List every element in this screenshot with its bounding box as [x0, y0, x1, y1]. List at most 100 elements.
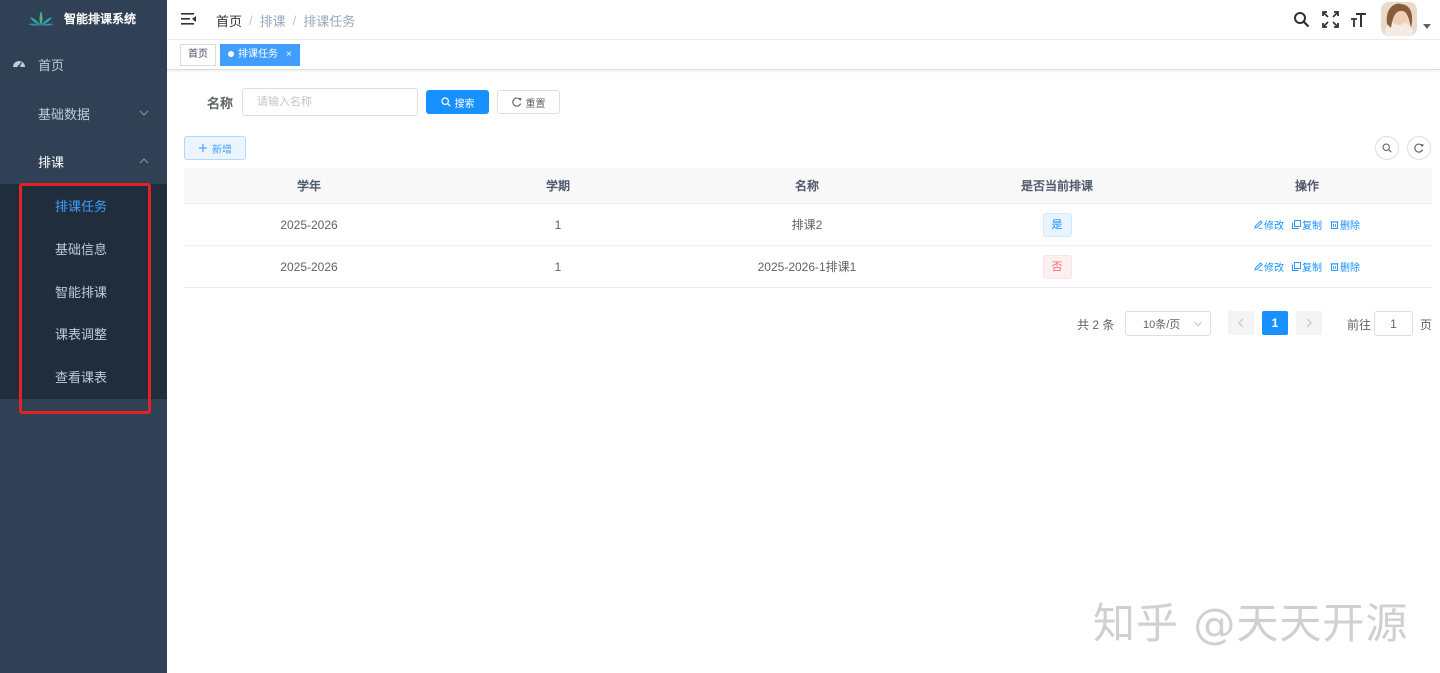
sidebar-item-label: 排课 — [38, 154, 65, 170]
delete-button[interactable]: 删除 — [1330, 217, 1360, 232]
pagination-total: 共 2 条 — [1077, 318, 1115, 332]
sidebar-item-label: 基础信息 — [55, 242, 108, 257]
breadcrumb-item-home[interactable]: 首页 — [216, 11, 242, 30]
edit-label: 修改 — [1264, 221, 1284, 232]
font-size-icon[interactable] — [1350, 11, 1367, 28]
caret-down-icon[interactable] — [1423, 24, 1431, 30]
name-field-label: 名称 — [207, 96, 234, 111]
reset-button[interactable]: 重置 — [497, 90, 560, 114]
sidebar-item-label: 智能排课 — [55, 285, 108, 300]
copy-icon — [1292, 262, 1301, 271]
sidebar-item-schedule-task[interactable]: 排课任务 — [0, 184, 167, 227]
sidebar: 智能排课系统 首页 基础数据 排课 排课任务 基础信息 智能排课 课表调整 查看… — [0, 0, 167, 673]
column-header-actions: 操作 — [1294, 179, 1319, 193]
cell-term: 1 — [554, 217, 562, 232]
sidebar-item-label: 首页 — [38, 57, 65, 73]
trash-icon — [1330, 263, 1339, 271]
sidebar-item-basic-data[interactable]: 基础数据 — [0, 89, 167, 137]
toggle-search-button[interactable] — [1375, 136, 1399, 160]
goto-page-input[interactable] — [1374, 311, 1413, 336]
add-button[interactable]: 新增 — [184, 136, 246, 160]
cell-actions: 修改 复制 删除 — [1182, 246, 1432, 287]
copy-label: 复制 — [1302, 221, 1322, 232]
lotus-logo-icon — [28, 11, 54, 26]
page-size-value: 10条/页 — [1143, 318, 1181, 331]
breadcrumb-separator: / — [249, 13, 253, 28]
fullscreen-icon[interactable] — [1322, 11, 1339, 28]
tag-schedule-task[interactable]: 排课任务 × — [220, 44, 300, 66]
edit-icon — [1254, 220, 1263, 229]
close-icon[interactable]: × — [286, 45, 292, 65]
prev-page-button[interactable] — [1228, 311, 1254, 335]
page-button-1[interactable]: 1 — [1262, 311, 1288, 335]
hamburger-icon[interactable] — [181, 11, 197, 27]
breadcrumb-item-scheduling: 排课 — [259, 14, 286, 29]
avatar[interactable] — [1381, 2, 1417, 36]
sidebar-item-label: 排课任务 — [55, 199, 108, 214]
name-search-input[interactable] — [242, 88, 418, 116]
delete-button[interactable]: 删除 — [1330, 259, 1360, 274]
delete-label: 删除 — [1340, 263, 1360, 274]
cell-current: 否 — [932, 246, 1182, 287]
plus-icon — [199, 144, 207, 152]
active-dot-icon — [228, 51, 234, 57]
search-icon[interactable] — [1293, 11, 1310, 28]
cell-current: 是 — [932, 204, 1182, 245]
chevron-right-icon — [1306, 318, 1312, 328]
refresh-icon — [1414, 143, 1424, 153]
cell-term: 1 — [554, 259, 562, 274]
sidebar-item-timetable-adjust[interactable]: 课表调整 — [0, 312, 167, 355]
copy-button[interactable]: 复制 — [1292, 217, 1322, 232]
table-header: 学年 学期 名称 是否当前排课 操作 — [184, 168, 1432, 204]
cell-year: 2025-2026 — [280, 217, 338, 232]
sidebar-item-view-timetable[interactable]: 查看课表 — [0, 355, 167, 398]
trash-icon — [1330, 221, 1339, 229]
table-row: 2025-2026 1 排课2 是 修改 复制 删除 — [184, 204, 1432, 246]
status-badge: 是 — [1042, 212, 1072, 237]
tag-home[interactable]: 首页 — [180, 44, 216, 66]
edit-button[interactable]: 修改 — [1254, 217, 1284, 232]
cell-actions: 修改 复制 删除 — [1182, 204, 1432, 245]
copy-button[interactable]: 复制 — [1292, 259, 1322, 274]
app-title: 智能排课系统 — [64, 11, 137, 26]
edit-button[interactable]: 修改 — [1254, 259, 1284, 274]
refresh-table-button[interactable] — [1407, 136, 1431, 160]
delete-label: 删除 — [1340, 221, 1360, 232]
page-size-select[interactable]: 10条/页 — [1125, 311, 1211, 336]
breadcrumb: 首页 / 排课 / 排课任务 — [216, 11, 355, 30]
column-header-year: 学年 — [296, 179, 321, 193]
breadcrumb-separator: / — [292, 13, 297, 28]
tag-label: 首页 — [188, 49, 208, 60]
column-header-current: 是否当前排课 — [1020, 179, 1093, 193]
sidebar-item-smart-schedule[interactable]: 智能排课 — [0, 270, 167, 313]
status-badge: 否 — [1042, 254, 1072, 279]
schedule-task-table: 学年 学期 名称 是否当前排课 操作 2025-2026 1 排课2 是 修改 … — [184, 168, 1432, 288]
chevron-down-icon — [139, 110, 149, 116]
goto-unit-label: 页 — [1420, 318, 1433, 332]
sidebar-item-label: 基础数据 — [38, 106, 91, 122]
cell-year: 2025-2026 — [280, 259, 338, 274]
dashboard-icon — [13, 61, 25, 68]
navbar: 首页 / 排课 / 排课任务 — [167, 0, 1440, 40]
column-header-name: 名称 — [794, 179, 819, 193]
sidebar-item-basic-info[interactable]: 基础信息 — [0, 227, 167, 270]
breadcrumb-item-current: 排课任务 — [303, 14, 356, 29]
reset-button-label: 重置 — [525, 98, 546, 110]
tag-label: 排课任务 — [238, 49, 278, 60]
refresh-icon — [511, 97, 521, 107]
add-button-label: 新增 — [212, 144, 232, 156]
sidebar-item-scheduling[interactable]: 排课 — [0, 137, 167, 185]
logo[interactable]: 智能排课系统 — [0, 0, 167, 36]
sidebar-item-home[interactable]: 首页 — [0, 40, 167, 88]
watermark: 知乎 @天天开源 — [1093, 599, 1409, 648]
table-row: 2025-2026 1 2025-2026-1排课1 否 修改 复制 删除 — [184, 246, 1432, 288]
edit-label: 修改 — [1264, 263, 1284, 274]
next-page-button[interactable] — [1296, 311, 1322, 335]
search-button[interactable]: 搜索 — [426, 90, 489, 114]
chevron-up-icon — [139, 158, 149, 164]
chevron-down-icon — [1194, 321, 1202, 327]
main-content: 名称 搜索 重置 新增 学年 — [167, 70, 1440, 673]
search-button-label: 搜索 — [454, 98, 475, 110]
cell-name: 2025-2026-1排课1 — [757, 260, 857, 274]
copy-icon — [1292, 220, 1301, 229]
